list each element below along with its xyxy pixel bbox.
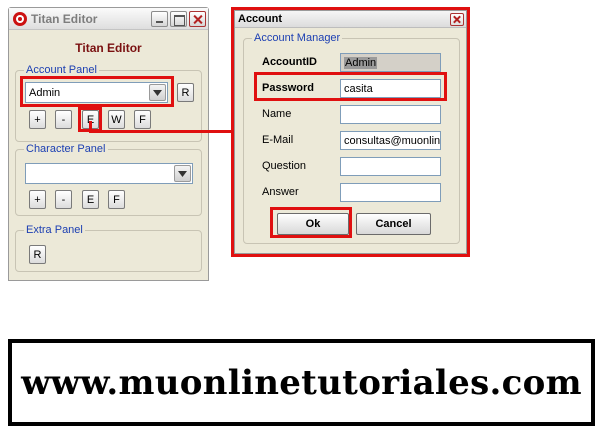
name-field[interactable] — [340, 105, 441, 124]
titan-editor-window: Titan Editor Titan Editor Account Panel … — [8, 7, 209, 281]
cancel-button[interactable]: Cancel — [356, 213, 431, 235]
account-title-bar: Account — [235, 11, 466, 28]
account-select-highlight — [20, 76, 174, 107]
find-account-button[interactable]: F — [134, 110, 151, 129]
window-title: Titan Editor — [31, 11, 98, 26]
editor-heading: Titan Editor — [75, 41, 142, 55]
connector-line-horizontal — [89, 130, 235, 133]
minimize-icon[interactable] — [151, 10, 168, 27]
account-panel-legend: Account Panel — [24, 64, 99, 76]
account-refresh-button[interactable]: R — [177, 83, 194, 102]
warehouse-account-button[interactable]: W — [108, 110, 125, 129]
extra-refresh-button[interactable]: R — [29, 245, 46, 264]
app-icon — [13, 11, 27, 26]
titan-title-bar: Titan Editor — [9, 8, 208, 30]
question-label: Question — [262, 160, 307, 172]
remove-character-button[interactable]: - — [55, 190, 72, 209]
ok-button-highlight — [270, 207, 352, 238]
account-id-value: Admin — [344, 56, 378, 69]
name-label: Name — [262, 108, 292, 120]
close-icon[interactable] — [189, 10, 206, 27]
add-account-button[interactable]: + — [29, 110, 46, 129]
email-label: E-Mail — [262, 134, 294, 146]
maximize-icon[interactable] — [170, 10, 187, 27]
question-field[interactable] — [340, 157, 441, 176]
account-window-title: Account — [238, 13, 282, 25]
password-highlight — [254, 72, 447, 101]
add-character-button[interactable]: + — [29, 190, 46, 209]
remove-account-button[interactable]: - — [55, 110, 72, 129]
extra-panel-legend: Extra Panel — [24, 224, 85, 236]
find-character-button[interactable]: F — [108, 190, 125, 209]
character-select[interactable] — [25, 163, 193, 184]
email-field[interactable]: consultas@muonlin — [340, 131, 441, 150]
account-id-field: Admin — [340, 53, 441, 72]
website-banner: www.muonlinetutoriales.com — [8, 339, 595, 426]
account-manager-legend: Account Manager — [252, 32, 343, 44]
edit-character-button[interactable]: E — [82, 190, 99, 209]
chevron-down-icon[interactable] — [174, 165, 191, 182]
account-id-label: AccountID — [262, 56, 317, 68]
answer-field[interactable] — [340, 183, 441, 202]
answer-label: Answer — [262, 186, 299, 198]
website-url: www.muonlinetutoriales.com — [21, 362, 582, 403]
character-panel-legend: Character Panel — [24, 143, 108, 155]
close-icon[interactable] — [450, 12, 464, 26]
